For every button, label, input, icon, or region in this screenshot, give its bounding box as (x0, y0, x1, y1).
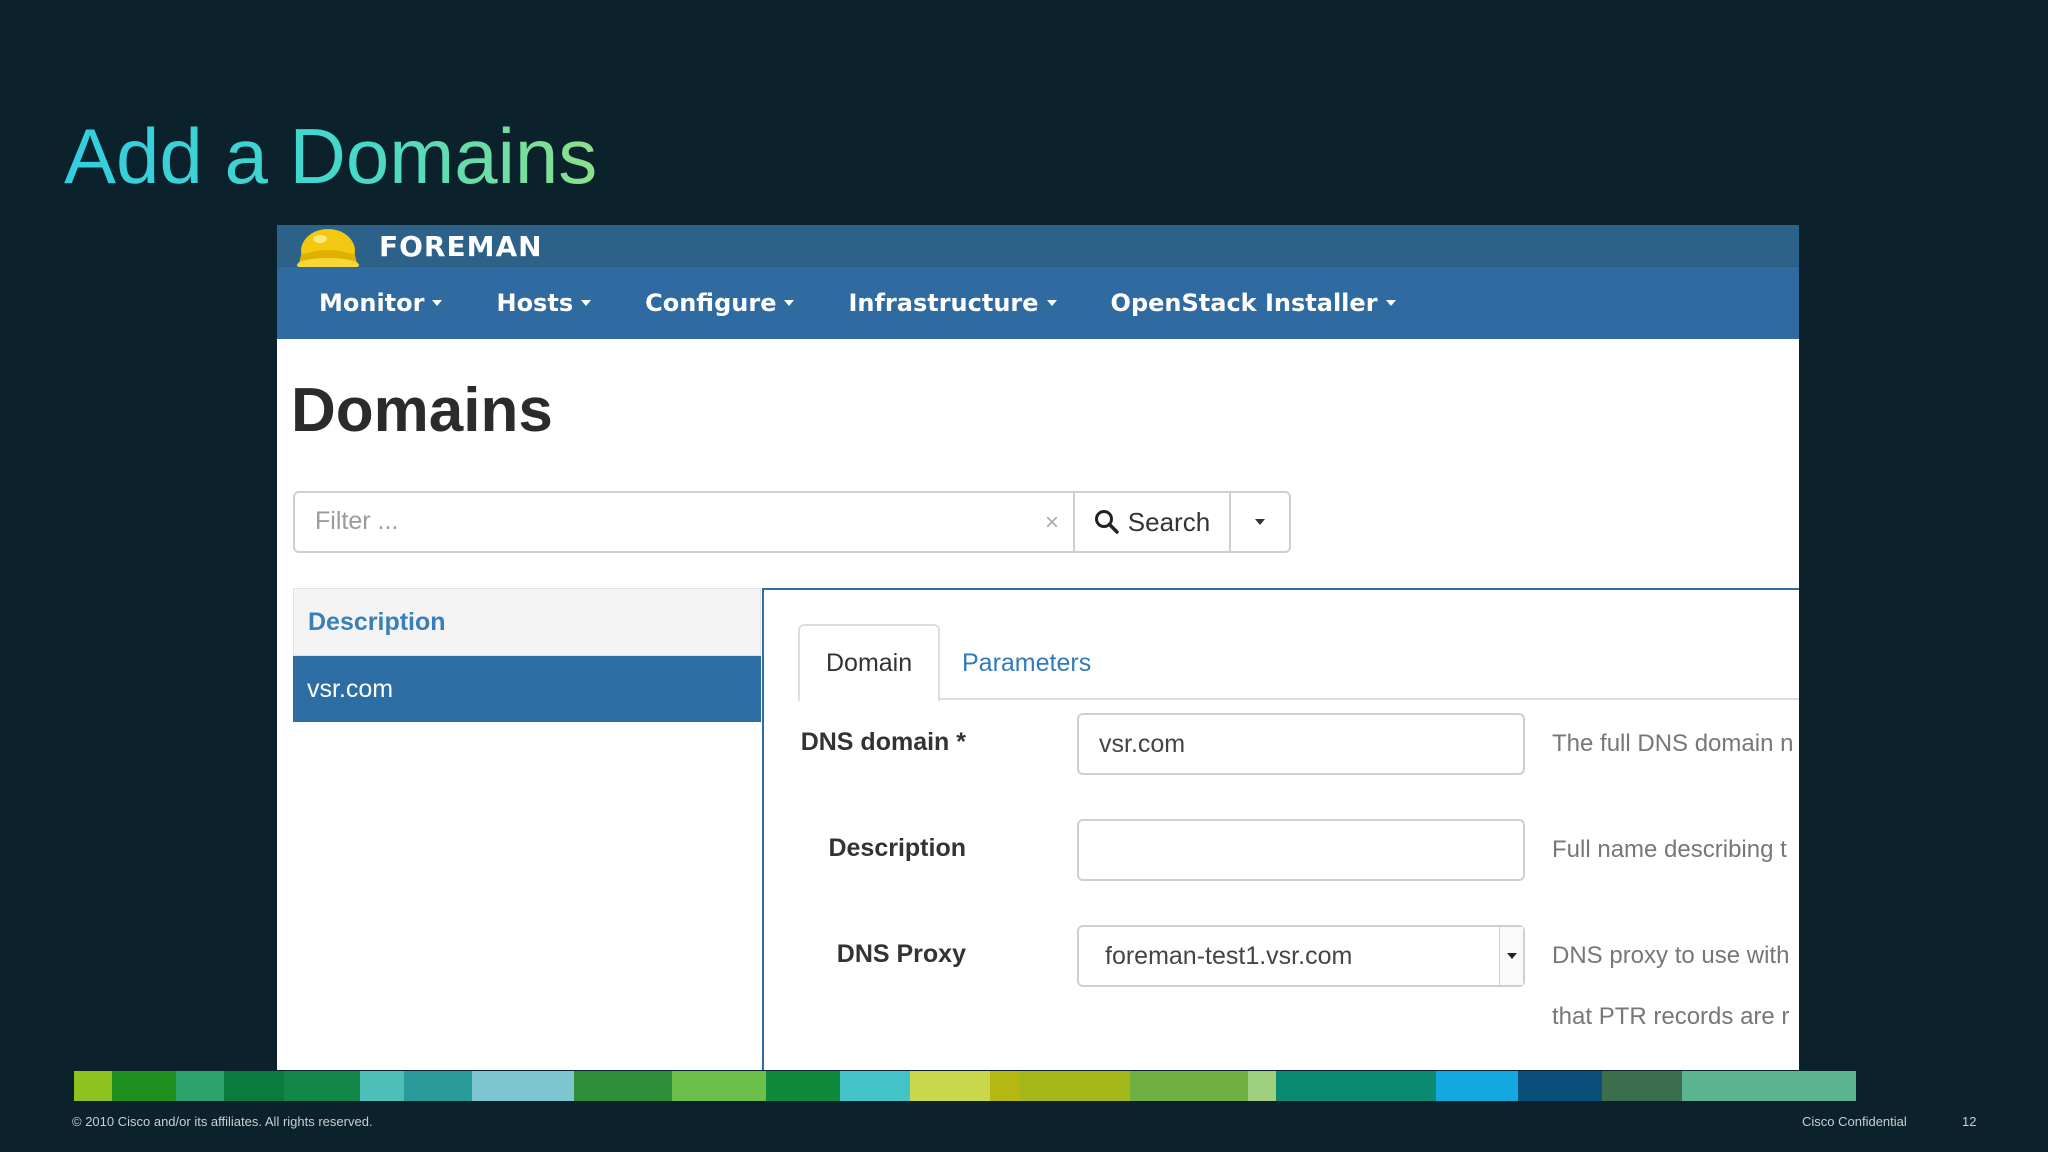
nav-configure[interactable]: Configure (645, 289, 795, 317)
caret-down-icon (1046, 300, 1057, 306)
color-segment (1020, 1071, 1130, 1101)
color-segment (224, 1071, 284, 1101)
dns-proxy-help: DNS proxy to use with (1552, 942, 1790, 969)
caret-down-icon (432, 300, 443, 306)
nav-infrastructure-label: Infrastructure (848, 289, 1039, 317)
nav-openstack-installer[interactable]: OpenStack Installer (1111, 289, 1396, 317)
description-field[interactable] (1077, 819, 1525, 881)
color-segment (1248, 1071, 1276, 1101)
caret-down-icon (784, 300, 795, 306)
color-segment (74, 1071, 112, 1101)
nav-infrastructure[interactable]: Infrastructure (848, 289, 1057, 317)
nav-hosts-label: Hosts (496, 289, 574, 317)
color-segment (176, 1071, 224, 1101)
color-segment (472, 1071, 574, 1101)
clear-icon[interactable]: × (1045, 509, 1059, 537)
footer-color-bar (74, 1071, 1974, 1101)
nav-configure-label: Configure (645, 289, 777, 317)
search-input[interactable] (295, 493, 1015, 549)
tab-bar: Domain Parameters (798, 624, 1799, 702)
nav-monitor[interactable]: Monitor (319, 289, 443, 317)
color-segment (112, 1071, 176, 1101)
caret-down-icon (581, 300, 592, 306)
color-segment (1276, 1071, 1436, 1101)
search-button-label: Search (1127, 506, 1211, 537)
dns-proxy-select[interactable]: foreman-test1.vsr.com (1077, 925, 1525, 987)
color-segment (1436, 1071, 1518, 1101)
color-segment (766, 1071, 840, 1101)
nav-hosts[interactable]: Hosts (496, 289, 592, 317)
nav-monitor-label: Monitor (319, 289, 425, 317)
color-segment (672, 1071, 766, 1101)
main-navbar: Monitor Hosts Configure Infrastructure O… (277, 267, 1799, 339)
page-number: 12 (1962, 1114, 1977, 1129)
dns-proxy-label: DNS Proxy (836, 940, 966, 968)
tab-domain[interactable]: Domain (798, 624, 941, 702)
list-item[interactable]: vsr.com (293, 656, 761, 722)
description-label: Description (828, 834, 966, 862)
dns-domain-field[interactable]: vsr.com (1077, 713, 1525, 775)
search-bar: × Search (293, 491, 1291, 553)
filter-box: × (293, 491, 1073, 553)
color-segment (1518, 1071, 1602, 1101)
color-segment (404, 1071, 472, 1101)
page-title: Domains (291, 376, 553, 445)
color-segment (910, 1071, 990, 1101)
description-help: Full name describing t (1552, 836, 1787, 863)
brand-bar: FOREMAN (277, 225, 1799, 273)
dns-domain-help: The full DNS domain n (1552, 730, 1794, 757)
caret-down-icon (1385, 300, 1396, 306)
domain-edit-panel: Domain Parameters DNS domain * vsr.com T… (762, 588, 1799, 1070)
color-segment (990, 1071, 1020, 1101)
search-options-dropdown[interactable] (1231, 491, 1291, 553)
dns-proxy-help-line2: that PTR records are r (1552, 1003, 1790, 1030)
brand-name[interactable]: FOREMAN (379, 230, 543, 263)
select-arrow[interactable] (1499, 927, 1523, 985)
tab-parameters[interactable]: Parameters (936, 624, 1117, 702)
search-button[interactable]: Search (1073, 491, 1231, 553)
search-icon (1094, 510, 1119, 534)
list-header-description[interactable]: Description (293, 588, 761, 656)
color-segment (1130, 1071, 1248, 1101)
caret-down-icon (1506, 953, 1517, 959)
slide-title: Add a Domains (64, 112, 598, 200)
copyright-text: © 2010 Cisco and/or its affiliates. All … (72, 1114, 373, 1129)
color-segment (1682, 1071, 1856, 1101)
nav-openstack-installer-label: OpenStack Installer (1110, 289, 1378, 317)
dns-proxy-selected-value: foreman-test1.vsr.com (1105, 941, 1353, 970)
caret-down-icon (1255, 519, 1265, 525)
color-segment (840, 1071, 910, 1101)
foreman-screenshot: FOREMAN Monitor Hosts Configure Infrastr… (277, 225, 1799, 1070)
color-segment (1602, 1071, 1682, 1101)
color-segment (360, 1071, 404, 1101)
color-segment (574, 1071, 672, 1101)
confidential-label: Cisco Confidential (1802, 1114, 1907, 1129)
domain-list: Description vsr.com (293, 588, 761, 1070)
dns-domain-label: DNS domain * (800, 728, 966, 756)
color-segment (284, 1071, 360, 1101)
